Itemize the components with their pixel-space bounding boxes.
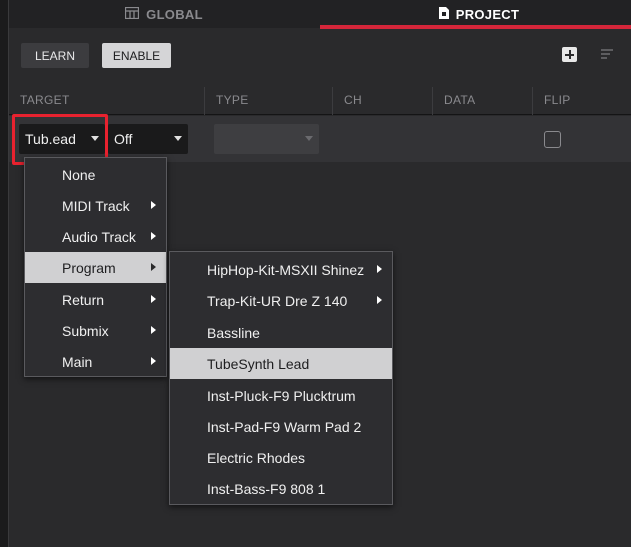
menu-item-none[interactable]: None bbox=[25, 159, 166, 190]
menu-item-submix[interactable]: Submix bbox=[25, 315, 166, 346]
document-icon bbox=[438, 6, 449, 22]
chevron-right-icon bbox=[151, 357, 156, 365]
column-divider bbox=[432, 87, 433, 115]
column-divider bbox=[332, 87, 333, 115]
program-submenu: HipHop-Kit-MSXII Shinez Trap-Kit-UR Dre … bbox=[169, 251, 393, 505]
tab-global-label: GLOBAL bbox=[146, 6, 203, 22]
tab-project[interactable]: PROJECT bbox=[409, 0, 549, 28]
column-divider bbox=[532, 87, 533, 115]
chevron-down-icon bbox=[305, 136, 313, 141]
column-flip: FLIP bbox=[544, 93, 571, 107]
column-target: TARGET bbox=[20, 93, 70, 107]
sort-icon[interactable] bbox=[601, 49, 613, 59]
learn-button[interactable]: LEARN bbox=[21, 43, 89, 68]
menu-item-program-5[interactable]: Inst-Pluck-F9 Plucktrum bbox=[170, 380, 392, 411]
chevron-right-icon bbox=[151, 295, 156, 303]
midi-control-panel: GLOBAL PROJECT LEARN ENABLE TARGET TYPE … bbox=[0, 0, 631, 547]
type-select[interactable] bbox=[214, 124, 319, 154]
tab-global[interactable]: GLOBAL bbox=[109, 0, 219, 28]
column-divider bbox=[204, 87, 205, 115]
menu-item-program-7[interactable]: Electric Rhodes bbox=[170, 442, 392, 473]
menu-item-program-8[interactable]: Inst-Bass-F9 808 1 bbox=[170, 473, 392, 504]
menu-item-main[interactable]: Main bbox=[25, 346, 166, 377]
enable-button[interactable]: ENABLE bbox=[102, 43, 171, 68]
target-mode-value: Off bbox=[114, 131, 133, 147]
grid-icon bbox=[125, 6, 140, 22]
menu-item-program-6[interactable]: Inst-Pad-F9 Warm Pad 2 bbox=[170, 411, 392, 442]
menu-item-program-3[interactable]: Bassline bbox=[170, 317, 392, 348]
tab-project-label: PROJECT bbox=[455, 6, 520, 22]
target-dropdown-menu: None MIDI Track Audio Track Program Retu… bbox=[24, 157, 167, 377]
chevron-right-icon bbox=[151, 263, 156, 271]
tab-bar: GLOBAL PROJECT bbox=[9, 0, 631, 29]
active-tab-indicator bbox=[320, 25, 631, 29]
menu-item-return[interactable]: Return bbox=[25, 284, 166, 315]
left-edge-strip bbox=[0, 0, 9, 547]
chevron-down-icon bbox=[174, 136, 182, 141]
menu-item-midi-track[interactable]: MIDI Track bbox=[25, 190, 166, 221]
menu-item-audio-track[interactable]: Audio Track bbox=[25, 221, 166, 252]
menu-item-program[interactable]: Program bbox=[25, 252, 166, 283]
chevron-right-icon bbox=[151, 232, 156, 240]
chevron-right-icon bbox=[151, 326, 156, 334]
chevron-right-icon bbox=[151, 201, 156, 209]
menu-item-program-4[interactable]: TubeSynth Lead bbox=[170, 348, 392, 379]
flip-checkbox[interactable] bbox=[544, 131, 561, 148]
column-ch: CH bbox=[344, 93, 362, 107]
menu-item-program-1[interactable]: HipHop-Kit-MSXII Shinez bbox=[170, 254, 392, 285]
column-data: DATA bbox=[444, 93, 476, 107]
column-header-row: TARGET TYPE CH DATA FLIP bbox=[9, 87, 631, 115]
add-icon[interactable] bbox=[562, 47, 577, 62]
menu-item-program-2[interactable]: Trap-Kit-UR Dre Z 140 bbox=[170, 285, 392, 316]
column-type: TYPE bbox=[216, 93, 249, 107]
chevron-right-icon bbox=[377, 265, 382, 273]
chevron-right-icon bbox=[377, 296, 382, 304]
target-mode-select[interactable]: Off bbox=[108, 124, 188, 154]
